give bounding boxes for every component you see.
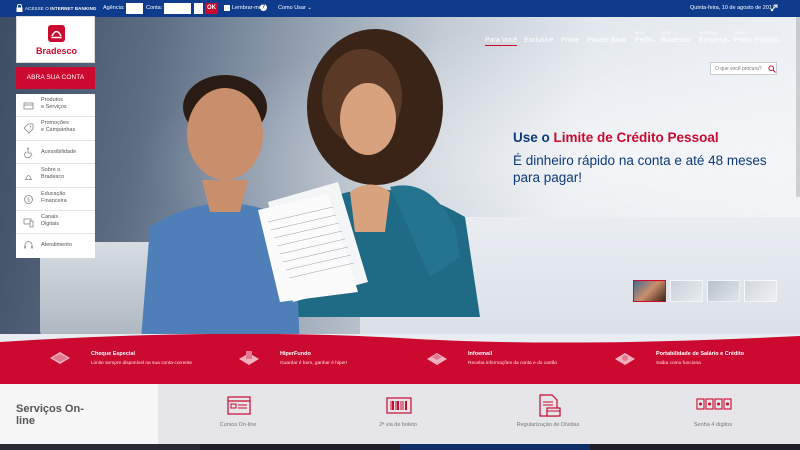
nav-para-voce[interactable]: Para Você — [485, 37, 518, 46]
password-icon — [696, 398, 732, 410]
service-cursos-online[interactable]: Cursos On-line — [178, 394, 298, 440]
service-segunda-via-boleto[interactable]: 2ª via de boleto — [338, 394, 458, 440]
sidebar-item-promotions[interactable]: Promoções e Campanhas — [16, 117, 95, 141]
current-date: Quinta-feira, 10 de agosto de 2017 — [690, 5, 776, 11]
promotions-icon — [23, 123, 34, 134]
nav-exclusive[interactable]: Exclusive — [524, 37, 554, 44]
feature-description: Guardar é bom, ganhar é hiper! — [280, 361, 348, 366]
hero-headline: Use o Limite de Crédito Pessoal — [513, 130, 719, 145]
help-icon[interactable]: ? — [260, 4, 267, 11]
remember-checkbox[interactable] — [224, 5, 230, 11]
carousel-thumb-3[interactable] — [707, 280, 740, 302]
account-label: Conta: — [146, 5, 163, 11]
search-placeholder: O que você procura? — [715, 66, 762, 72]
service-label: Senha 4 dígitos — [693, 422, 733, 428]
sidebar-item-label: Canais Digitais — [41, 214, 60, 227]
chevron-down-icon: ▾ — [727, 38, 731, 43]
agency-label: Agência: — [103, 5, 125, 11]
service-senha-4-digitos[interactable]: Senha 4 dígitos — [653, 394, 773, 440]
feature-description: Saiba como funciona — [656, 361, 701, 366]
open-account-button[interactable]: ABRA SUA CONTA — [16, 67, 95, 89]
account-input[interactable] — [164, 3, 191, 14]
service-regularizacao-dividas[interactable]: Regularização de Dívidas — [488, 394, 608, 440]
bottom-card-1[interactable] — [0, 444, 200, 450]
sidebar-item-education[interactable]: $ Educação Financeira — [16, 188, 95, 211]
barcode-icon — [386, 397, 412, 414]
sidebar-item-label: Educação Financeira — [41, 190, 67, 204]
bradesco-logo[interactable]: Bradesco — [16, 16, 95, 63]
account-digit-input[interactable] — [194, 3, 203, 14]
bottom-card-2[interactable] — [400, 444, 590, 450]
services-title: Serviços On-line — [16, 403, 84, 427]
svg-text:$: $ — [27, 197, 30, 203]
search-input[interactable]: O que você procura? — [710, 62, 777, 75]
sidebar-item-about[interactable]: Sobre o Bradesco — [16, 164, 95, 188]
how-to-use-link[interactable]: Como Usar ⌄ — [278, 5, 312, 11]
features-strip: Cheque Especial Limite sempre disponível… — [0, 334, 800, 384]
sidebar-item-label: Atendimento — [41, 242, 72, 249]
nav-perfis[interactable]: MAIS Perfis ▾ — [635, 31, 657, 44]
feature-title: Portabilidade de Salário e Crédito — [656, 351, 745, 357]
login-ok-button[interactable]: OK — [205, 3, 218, 14]
remember-label[interactable]: Lembrar-me — [232, 5, 262, 11]
document-icon — [539, 394, 561, 417]
bottom-content-strip — [0, 444, 800, 450]
sidebar-item-label: Produtos e Serviços — [41, 97, 67, 110]
support-icon — [24, 241, 33, 249]
chevron-down-icon: ⌄ — [307, 5, 312, 11]
sidebar-item-support[interactable]: Atendimento — [16, 234, 95, 257]
nav-private-bank[interactable]: Private Bank — [587, 37, 627, 44]
agency-input[interactable] — [126, 3, 143, 14]
chevron-down-icon: ▾ — [777, 38, 781, 43]
cheque-icon — [50, 352, 70, 364]
side-menu: Produtos e Serviços Promoções e Campanhas … — [16, 94, 95, 258]
feature-title: Cheque Especial — [91, 351, 136, 357]
products-icon — [23, 102, 34, 110]
feature-description: Receba informações da conta e do cartão — [468, 361, 558, 366]
accessibility-icon — [24, 147, 33, 158]
carousel-thumb-2[interactable] — [670, 280, 703, 302]
sidebar-item-label: Sobre o Bradesco — [41, 167, 65, 181]
brand-name: Bradesco — [35, 46, 78, 56]
education-icon: $ — [24, 194, 33, 204]
search-icon[interactable] — [768, 65, 776, 73]
lock-icon — [16, 4, 23, 12]
service-label: Regularização de Dívidas — [516, 422, 580, 428]
chevron-down-icon: ▾ — [652, 38, 657, 43]
portability-icon — [615, 353, 635, 365]
feature-title: Infoemail — [468, 351, 493, 357]
rocket-icon[interactable] — [769, 3, 779, 13]
sidebar-item-products[interactable]: Produtos e Serviços — [16, 94, 95, 118]
nav-bradesco[interactable]: MAIS Bradesco — [661, 31, 691, 44]
sidebar-item-digital-channels[interactable]: Canais Digitais — [16, 211, 95, 235]
nav-poder-publico[interactable]: PARA O Poder Público ▾ — [734, 31, 781, 44]
internet-banking-label: ACESSE O INTERNET BANKING — [25, 6, 97, 11]
online-services: Serviços On-line Cursos On-line 2ª via d… — [0, 384, 800, 444]
services-header: Serviços On-line — [0, 384, 158, 444]
services-list: Cursos On-line 2ª via de boleto Regulari… — [158, 384, 800, 444]
hero-subline: É dinheiro rápido na conta e até 48 mese… — [513, 153, 767, 185]
carousel-thumb-1[interactable] — [633, 280, 666, 302]
nav-prime[interactable]: Prime — [561, 37, 579, 44]
feature-description: Limite sempre disponível na sua conta-co… — [91, 361, 193, 366]
service-label: Cursos On-line — [219, 422, 257, 428]
hero-banner[interactable]: Para Você Exclusive Prime Private Bank M… — [0, 17, 800, 334]
digital-channels-icon — [23, 218, 34, 228]
sidebar-item-label: Acessibilidade — [41, 148, 77, 155]
feature-title: HiperFundo — [280, 351, 311, 357]
bradesco-logo-icon — [48, 25, 65, 42]
scrollbar[interactable] — [796, 17, 800, 197]
courses-icon — [227, 396, 251, 415]
about-icon — [25, 175, 32, 181]
sidebar-item-accessibility[interactable]: Acessibilidade — [16, 141, 95, 165]
nav-empresa[interactable]: PARA SUA Empresa ▾ — [699, 31, 731, 44]
service-label: 2ª via de boleto — [379, 422, 417, 428]
sidebar-item-label: Promoções e Campanhas — [41, 120, 76, 134]
carousel-thumb-4[interactable] — [744, 280, 777, 302]
top-bar: ACESSE O INTERNET BANKING Agência: Conta… — [0, 0, 800, 17]
wave-divider — [0, 334, 800, 343]
hiperfundo-icon — [239, 351, 259, 365]
hero-document-image — [258, 182, 368, 302]
email-icon — [427, 353, 447, 365]
